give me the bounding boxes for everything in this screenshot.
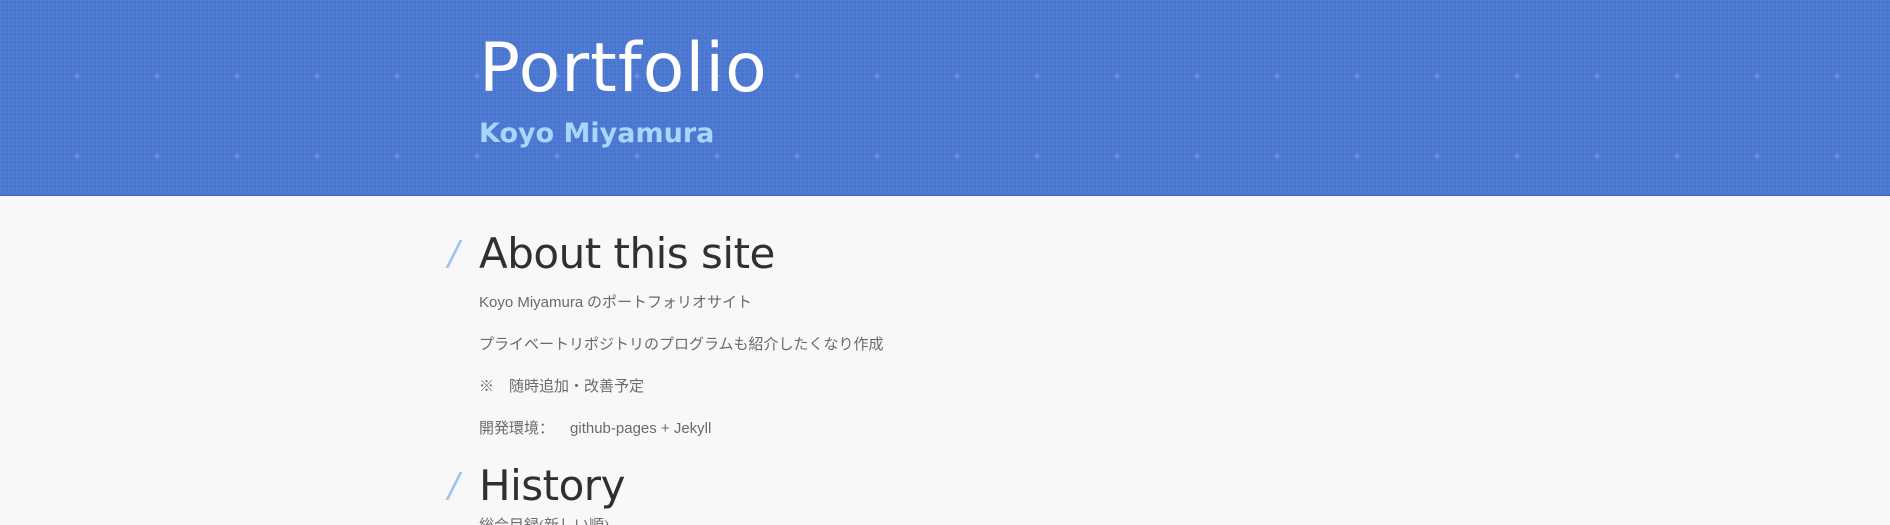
grid-cross-mark: [394, 153, 400, 159]
section-heading: / History: [448, 458, 625, 514]
grid-cross-mark: [1434, 153, 1440, 159]
grid-cross-mark: [314, 73, 320, 79]
dev-env-label: 開発環境：: [479, 421, 555, 437]
grid-cross-mark: [874, 153, 880, 159]
grid-cross-mark: [1514, 73, 1520, 79]
grid-cross-mark: [1514, 153, 1520, 159]
grid-cross-mark: [1434, 73, 1440, 79]
grid-cross-mark: [74, 153, 80, 159]
grid-cross-mark: [1354, 153, 1360, 159]
grid-cross-mark: [154, 73, 160, 79]
author-name: Koyo Miyamura: [479, 294, 584, 311]
grid-cross-mark: [1114, 153, 1120, 159]
slash-icon: /: [448, 466, 460, 506]
paragraph: 開発環境： github-pages + Jekyll: [479, 408, 884, 450]
site-title[interactable]: Portfolio: [479, 24, 768, 114]
grid-cross-mark: [1754, 153, 1760, 159]
paragraph: プライベートリポジトリのプログラムも紹介したくなり作成: [479, 337, 884, 353]
grid-cross-mark: [154, 153, 160, 159]
grid-cross-mark: [1594, 73, 1600, 79]
grid-cross-mark: [1594, 153, 1600, 159]
grid-cross-mark: [1754, 73, 1760, 79]
grid-cross-mark: [1274, 73, 1280, 79]
history-intro-text: 総合目録(新しい順): [479, 514, 625, 525]
dev-env-value: github-pages + Jekyll: [570, 420, 712, 437]
grid-cross-mark: [794, 73, 800, 79]
grid-cross-mark: [394, 73, 400, 79]
header-grid-pattern: [74, 73, 1840, 159]
grid-cross-mark: [1674, 153, 1680, 159]
grid-cross-mark: [1834, 73, 1840, 79]
slash-icon: /: [448, 234, 460, 274]
grid-cross-mark: [1834, 153, 1840, 159]
main-content: / About this site Koyo Miyamura のポートフォリオ…: [0, 196, 1890, 525]
grid-cross-mark: [1114, 73, 1120, 79]
grid-cross-mark: [1034, 73, 1040, 79]
grid-cross-mark: [1194, 73, 1200, 79]
paragraph: Koyo Miyamura のポートフォリオサイト: [479, 282, 884, 324]
grid-cross-mark: [1274, 153, 1280, 159]
grid-cross-mark: [794, 153, 800, 159]
grid-cross-mark: [1194, 153, 1200, 159]
section-about: / About this site Koyo Miyamura のポートフォリオ…: [448, 226, 884, 450]
section-history: / History 総合目録(新しい順): [448, 458, 625, 525]
paragraph: ※ 随時追加・改善予定: [479, 379, 645, 395]
section-heading: / About this site: [448, 226, 884, 282]
site-header: Portfolio Koyo Miyamura: [0, 0, 1890, 196]
section-title-about: About this site: [479, 229, 775, 278]
grid-cross-mark: [1674, 73, 1680, 79]
grid-cross-mark: [314, 153, 320, 159]
section-title-history: History: [479, 461, 625, 510]
grid-cross-mark: [234, 73, 240, 79]
grid-cross-mark: [954, 73, 960, 79]
grid-cross-mark: [874, 73, 880, 79]
grid-cross-mark: [954, 153, 960, 159]
site-subtitle: Koyo Miyamura: [479, 118, 715, 149]
grid-cross-mark: [74, 73, 80, 79]
paragraph-text: のポートフォリオサイト: [583, 295, 752, 311]
header-content: Portfolio Koyo Miyamura: [479, 24, 768, 154]
grid-cross-mark: [1354, 73, 1360, 79]
grid-cross-mark: [234, 153, 240, 159]
grid-cross-mark: [1034, 153, 1040, 159]
